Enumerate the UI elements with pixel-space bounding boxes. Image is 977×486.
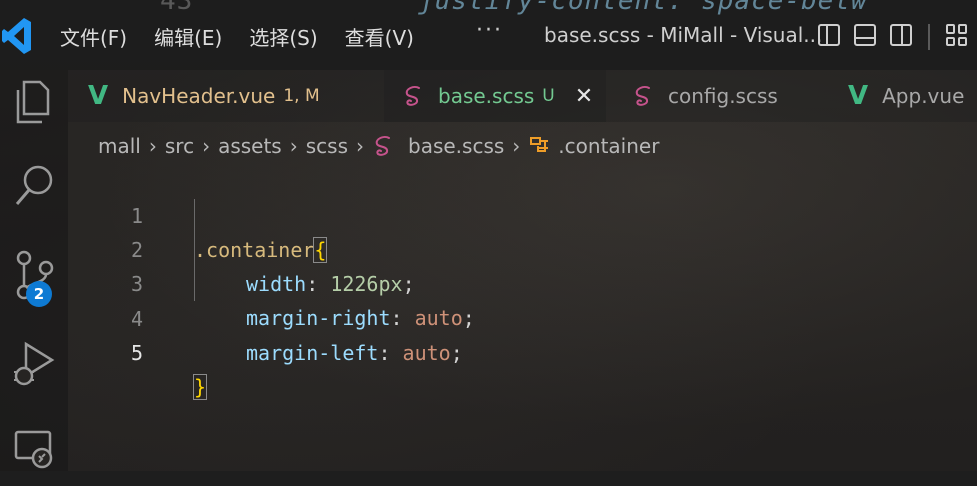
code-line: 4 margin-left: auto; (68, 268, 463, 365)
tab-label: base.scss (438, 84, 535, 108)
tab-status: 1, M (283, 86, 320, 106)
scss-icon (405, 85, 420, 106)
peek-line-number: 43 (160, 0, 194, 16)
search-icon (15, 165, 53, 205)
line-number: 5 (130, 341, 143, 365)
activity-remote-explorer[interactable] (0, 426, 68, 486)
indent-guide (194, 199, 195, 301)
menu-file[interactable]: 文件(F) (60, 22, 127, 50)
breadcrumb: mall › src › assets › scss › base.scss ›… (98, 132, 659, 160)
toggle-secondary-sidebar-icon[interactable] (890, 24, 912, 46)
source-control-badge: 2 (26, 281, 52, 307)
code-line: 3 margin-right: auto; (68, 233, 475, 330)
scss-icon (375, 135, 390, 156)
vue-icon: V (88, 81, 109, 111)
breadcrumb-src[interactable]: src (165, 134, 194, 158)
vscode-logo-icon (2, 18, 31, 54)
value-token: auto (402, 341, 451, 365)
brace-token: } (192, 374, 208, 400)
tab-label: config.scss (668, 84, 778, 108)
brace-token: { (313, 237, 328, 263)
tab-app-vue[interactable]: V App.vue (828, 70, 977, 122)
breadcrumb-base-scss[interactable]: base.scss (408, 134, 504, 158)
peek-code-text: justify-content: space-betw (418, 0, 868, 16)
window-title: base.scss - MiMall - Visual... (544, 23, 823, 47)
vue-icon: V (848, 81, 869, 111)
code-line: 5 } (68, 302, 208, 400)
code-line: 2 width: 1226px; (68, 199, 415, 296)
value-token: 1226px (330, 272, 403, 296)
editor-tabs: V NavHeader.vue 1, M base.scss U ✕ confi… (68, 70, 977, 122)
breadcrumb-scss[interactable]: scss (306, 134, 348, 158)
property-token: margin-right (246, 306, 391, 330)
code-editor[interactable]: 1 .container{ 2 width: 1226px; 3 margin-… (68, 165, 977, 471)
explorer-icon (16, 80, 50, 124)
toggle-primary-sidebar-icon[interactable] (818, 24, 840, 46)
tab-label: NavHeader.vue (122, 84, 276, 108)
breadcrumb-assets[interactable]: assets (218, 134, 282, 158)
chevron-right-icon: › (202, 134, 211, 158)
chevron-right-icon: › (512, 134, 521, 158)
breadcrumb-mall[interactable]: mall (98, 134, 141, 158)
chevron-right-icon: › (289, 134, 298, 158)
menu-more-button[interactable]: ··· (476, 18, 503, 43)
title-bar: 43 justify-content: space-betw 文件(F) 编辑(… (0, 0, 977, 70)
breadcrumb-container[interactable]: .container (558, 134, 659, 158)
tab-label: App.vue (882, 84, 965, 108)
activity-explorer[interactable] (0, 78, 68, 138)
property-token: margin-left (246, 341, 379, 365)
scss-icon (635, 85, 650, 106)
tab-base-scss[interactable]: base.scss U ✕ (384, 70, 606, 122)
layout-divider (928, 24, 930, 50)
tab-config-scss[interactable]: config.scss (606, 70, 828, 122)
activity-bar (0, 70, 68, 471)
menu-view[interactable]: 查看(V) (345, 22, 414, 50)
tab-navheader-vue[interactable]: V NavHeader.vue 1, M (68, 70, 384, 122)
css-selector-icon (530, 137, 549, 152)
activity-run-debug[interactable] (0, 338, 68, 398)
chevron-right-icon: › (356, 134, 364, 158)
chevron-right-icon: › (148, 134, 157, 158)
code-line: 1 .container{ (68, 165, 328, 263)
customize-layout-icon[interactable] (946, 24, 968, 46)
layout-controls (818, 24, 968, 50)
property-token: width (246, 272, 307, 296)
value-token: auto (414, 306, 463, 330)
menu-selection[interactable]: 选择(S) (249, 22, 317, 50)
run-debug-icon (14, 341, 55, 386)
tab-status: U (542, 86, 555, 106)
remote-explorer-icon (14, 430, 53, 469)
selector-token: .container (194, 238, 315, 262)
activity-search[interactable] (0, 162, 68, 222)
toggle-panel-icon[interactable] (854, 24, 876, 46)
menu-edit[interactable]: 编辑(E) (154, 22, 222, 50)
close-tab-icon[interactable]: ✕ (575, 84, 593, 109)
menu-bar: 文件(F) 编辑(E) 选择(S) 查看(V) (60, 22, 441, 50)
